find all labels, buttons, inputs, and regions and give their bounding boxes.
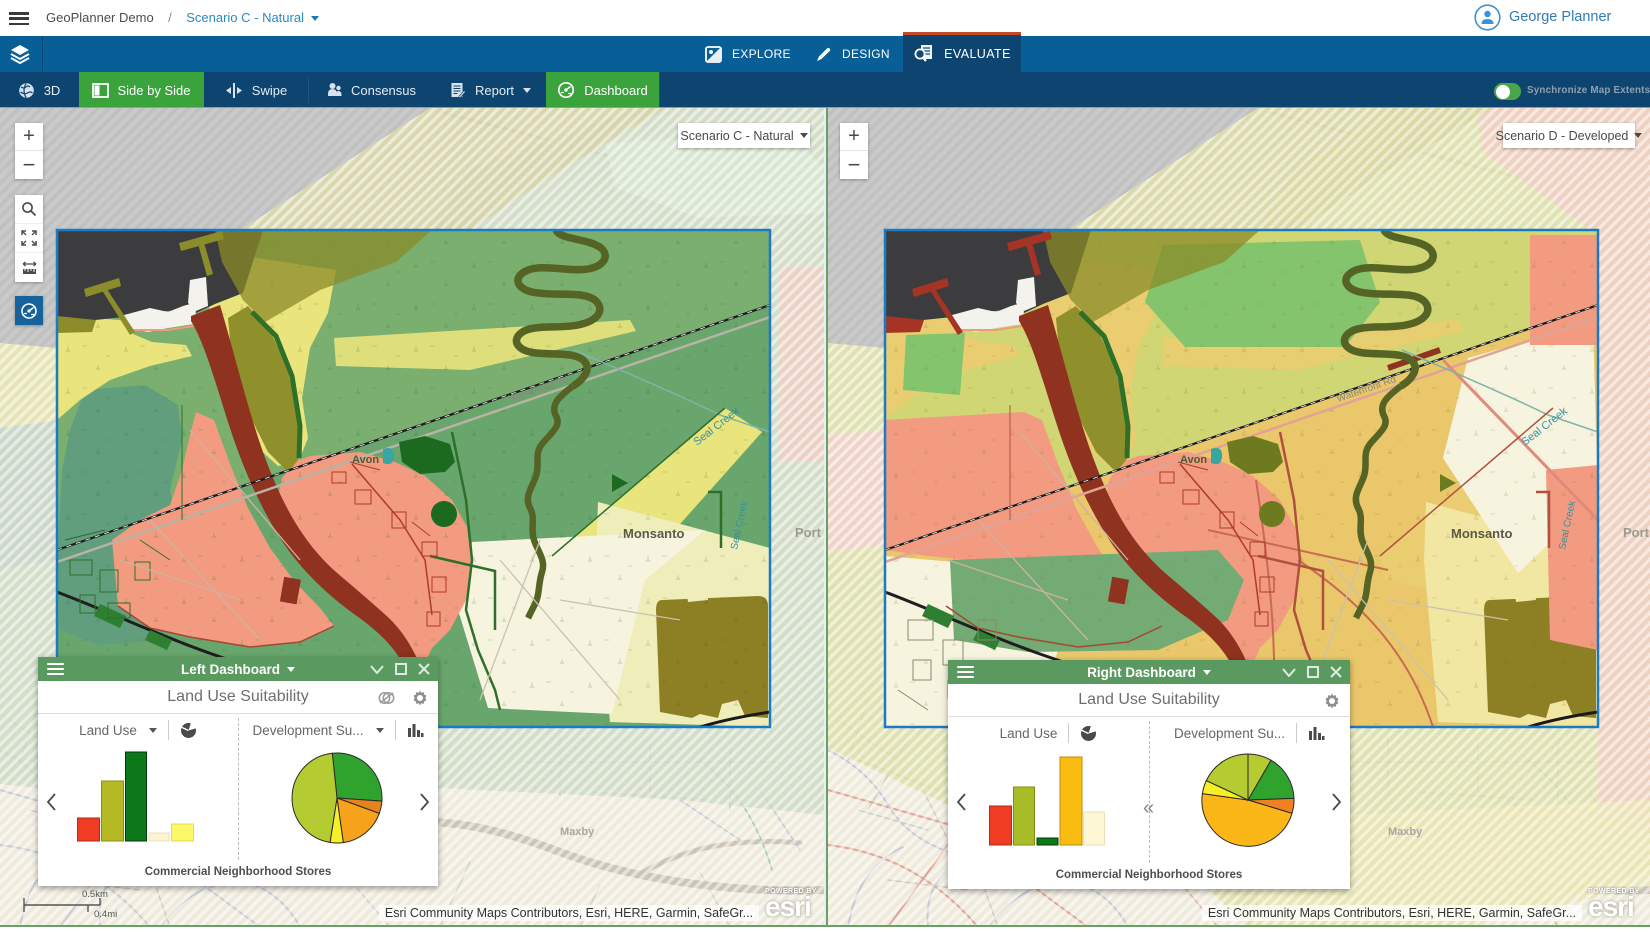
svg-text:Monsanto: Monsanto	[1451, 526, 1512, 541]
svg-text:Port: Port	[795, 525, 822, 540]
svg-text:Maxby: Maxby	[1388, 826, 1423, 838]
svg-text:Monsanto: Monsanto	[623, 526, 684, 541]
svg-text:0.4mi: 0.4mi	[94, 909, 117, 920]
svg-text:0.5km: 0.5km	[82, 889, 108, 900]
svg-text:Port: Port	[1623, 525, 1650, 540]
svg-text:Maxby: Maxby	[560, 826, 595, 838]
svg-text:Avon: Avon	[1180, 454, 1207, 466]
svg-text:Avon: Avon	[352, 454, 379, 466]
